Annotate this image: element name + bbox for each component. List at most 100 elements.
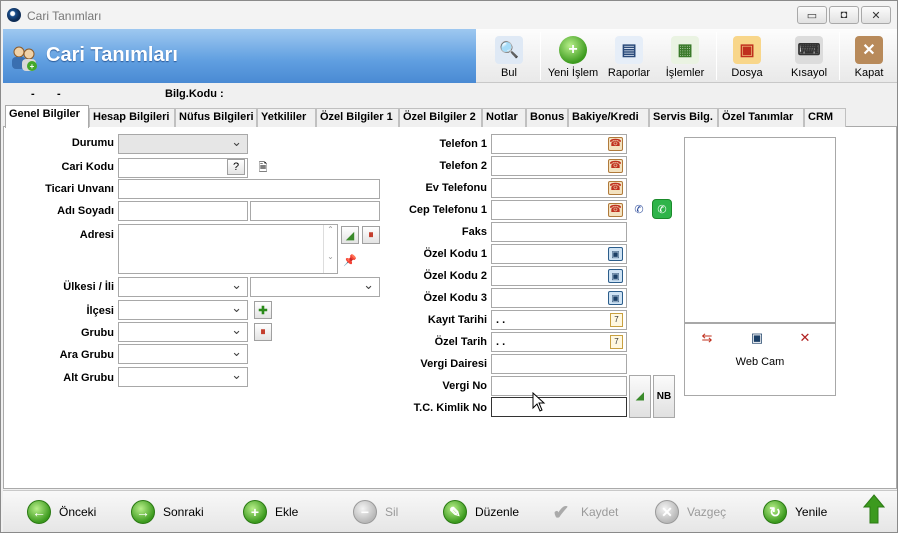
tab-servis-bilg[interactable]: Servis Bilg. <box>649 108 718 127</box>
sil-button[interactable]: − Sil <box>353 499 398 525</box>
cep-telefonu1-input[interactable]: ☎ <box>491 200 627 220</box>
swap-icon[interactable]: ⇆ <box>699 330 715 346</box>
ozel-kodu2-input[interactable]: ▣ <box>491 266 627 286</box>
tab-crm[interactable]: CRM <box>804 108 846 127</box>
tab-nufus-bilgileri[interactable]: Nüfus Bilgileri <box>175 108 257 127</box>
grubu-pause-icon[interactable]: ⏸ <box>254 323 272 341</box>
close-button[interactable]: ✕ <box>861 6 891 24</box>
phone-icon[interactable]: ☎ <box>608 159 623 173</box>
calendar-icon[interactable]: 7 <box>610 335 623 349</box>
ticari-unvani-label: Ticari Unvanı <box>45 183 114 195</box>
faks-label: Faks <box>461 226 487 238</box>
vergi-no-input[interactable] <box>491 376 627 396</box>
tab-ozel-tanimlar[interactable]: Özel Tanımlar <box>718 108 804 127</box>
info-strip: - - Bilg.Kodu : <box>3 85 897 105</box>
exit-door-icon: ✕ <box>855 36 883 64</box>
phone-icon[interactable]: ☎ <box>608 137 623 151</box>
sonraki-button[interactable]: → Sonraki <box>131 499 204 525</box>
pause-icon[interactable]: ⏸ <box>362 226 380 244</box>
alt-grubu-label: Alt Grubu <box>63 372 114 384</box>
whatsapp-icon[interactable]: ✆ <box>652 199 672 219</box>
kayit-tarihi-input[interactable]: . . 7 <box>491 310 627 330</box>
ozel-kodu3-label: Özel Kodu 3 <box>423 292 487 304</box>
navigation-bar: ← Önceki → Sonraki + Ekle − Sil ✎ Düzenl… <box>3 490 897 532</box>
kisayol-button[interactable]: ⌨ Kısayol <box>784 29 834 83</box>
cari-kodu-input[interactable]: ? <box>118 158 248 178</box>
vergi-dairesi-input[interactable] <box>491 354 627 374</box>
dosya-button[interactable]: ▣ Dosya <box>722 29 772 83</box>
telefon2-input[interactable]: ☎ <box>491 156 627 176</box>
ilcesi-label: İlçesi <box>86 305 114 317</box>
vazgec-button[interactable]: ✕ Vazgeç <box>655 499 726 525</box>
durumu-select[interactable] <box>118 134 248 154</box>
capture-icon[interactable]: ▣ <box>749 330 765 346</box>
scroll-top-button[interactable] <box>863 494 885 524</box>
duzenle-button[interactable]: ✎ Düzenle <box>443 499 519 525</box>
maximize-button[interactable]: ◘ <box>829 6 859 24</box>
users-icon: + <box>12 46 37 71</box>
minimize-button[interactable]: ▭ <box>797 6 827 24</box>
tab-notlar[interactable]: Notlar <box>482 108 526 127</box>
ozel-kodu1-label: Özel Kodu 1 <box>423 248 487 260</box>
ticari-unvani-input[interactable] <box>118 179 380 199</box>
il-select[interactable] <box>250 277 380 297</box>
refresh-icon: ↻ <box>763 500 787 524</box>
code-card-icon[interactable]: ▣ <box>608 247 623 261</box>
info-dash-1: - <box>31 88 35 100</box>
edit-icon: ✎ <box>443 500 467 524</box>
tab-hesap-bilgileri[interactable]: Hesap Bilgileri <box>89 108 175 127</box>
tab-bonus[interactable]: Bonus <box>526 108 568 127</box>
adresi-scrollbar[interactable]: ⌃ ⌄ <box>323 225 337 273</box>
ozel-kodu3-input[interactable]: ▣ <box>491 288 627 308</box>
soyadi-input[interactable] <box>250 201 380 221</box>
yenile-button[interactable]: ↻ Yenile <box>763 499 827 525</box>
code-card-icon[interactable]: ▣ <box>608 291 623 305</box>
alt-grubu-select[interactable] <box>118 367 248 387</box>
ekle-button[interactable]: + Ekle <box>243 499 298 525</box>
add-ilce-icon[interactable]: ✚ <box>254 301 272 319</box>
map-icon[interactable]: ◢ <box>341 226 359 244</box>
grubu-select[interactable] <box>118 322 248 342</box>
tc-kimlik-no-input[interactable] <box>491 397 627 417</box>
photo-frame[interactable] <box>684 137 836 323</box>
raporlar-button[interactable]: ▤ Raporlar <box>604 29 654 83</box>
ulkesi-ili-label: Ülkesi / İli <box>63 281 114 293</box>
adresi-textarea[interactable]: ⌃ ⌄ <box>118 224 338 274</box>
form-panel: Durumu Cari Kodu ? 🗎 Ticari Unvanı Adı S… <box>3 127 897 489</box>
yeni-islem-button[interactable]: + Yeni İşlem <box>546 29 600 83</box>
pin-icon[interactable]: 📌 <box>341 251 359 269</box>
keyboard-icon: ⌨ <box>795 36 823 64</box>
sms-icon[interactable]: ✆ <box>630 200 648 218</box>
kapat-button[interactable]: ✕ Kapat <box>844 29 894 83</box>
kaydet-button[interactable]: ✔ Kaydet <box>549 499 619 525</box>
telefon1-input[interactable]: ☎ <box>491 134 627 154</box>
ulke-select[interactable] <box>118 277 248 297</box>
ozel-tarih-input[interactable]: . . 7 <box>491 332 627 352</box>
ozel-kodu1-input[interactable]: ▣ <box>491 244 627 264</box>
verify-button[interactable]: ◢ <box>629 375 651 418</box>
minus-icon: − <box>353 500 377 524</box>
ev-telefonu-input[interactable]: ☎ <box>491 178 627 198</box>
bilg-kodu-label: Bilg.Kodu : <box>165 88 224 100</box>
bul-button[interactable]: 🔍 Bul <box>484 29 534 83</box>
islemler-button[interactable]: ▦ İşlemler <box>660 29 710 83</box>
onceki-button[interactable]: ← Önceki <box>27 499 96 525</box>
tab-genel-bilgiler[interactable]: Genel Bilgiler <box>5 105 89 128</box>
phone-icon[interactable]: ☎ <box>608 203 623 217</box>
adi-input[interactable] <box>118 201 248 221</box>
tab-ozel-bilgiler-1[interactable]: Özel Bilgiler 1 <box>316 108 399 127</box>
tab-yetkililer[interactable]: Yetkililer <box>257 108 316 127</box>
tab-bakiye-kredi[interactable]: Bakiye/Kredi <box>568 108 649 127</box>
faks-input[interactable] <box>491 222 627 242</box>
tab-ozel-bilgiler-2[interactable]: Özel Bilgiler 2 <box>399 108 482 127</box>
delete-icon[interactable]: ✕ <box>797 330 813 346</box>
phone-icon[interactable]: ☎ <box>608 181 623 195</box>
ara-grubu-select[interactable] <box>118 344 248 364</box>
calendar-icon[interactable]: 7 <box>610 313 623 327</box>
close-icon: ✕ <box>871 9 881 22</box>
document-icon[interactable]: 🗎 <box>254 159 272 177</box>
code-card-icon[interactable]: ▣ <box>608 269 623 283</box>
ilce-select[interactable] <box>118 300 248 320</box>
help-button[interactable]: ? <box>227 159 245 175</box>
nb-button[interactable]: NB <box>653 375 675 418</box>
